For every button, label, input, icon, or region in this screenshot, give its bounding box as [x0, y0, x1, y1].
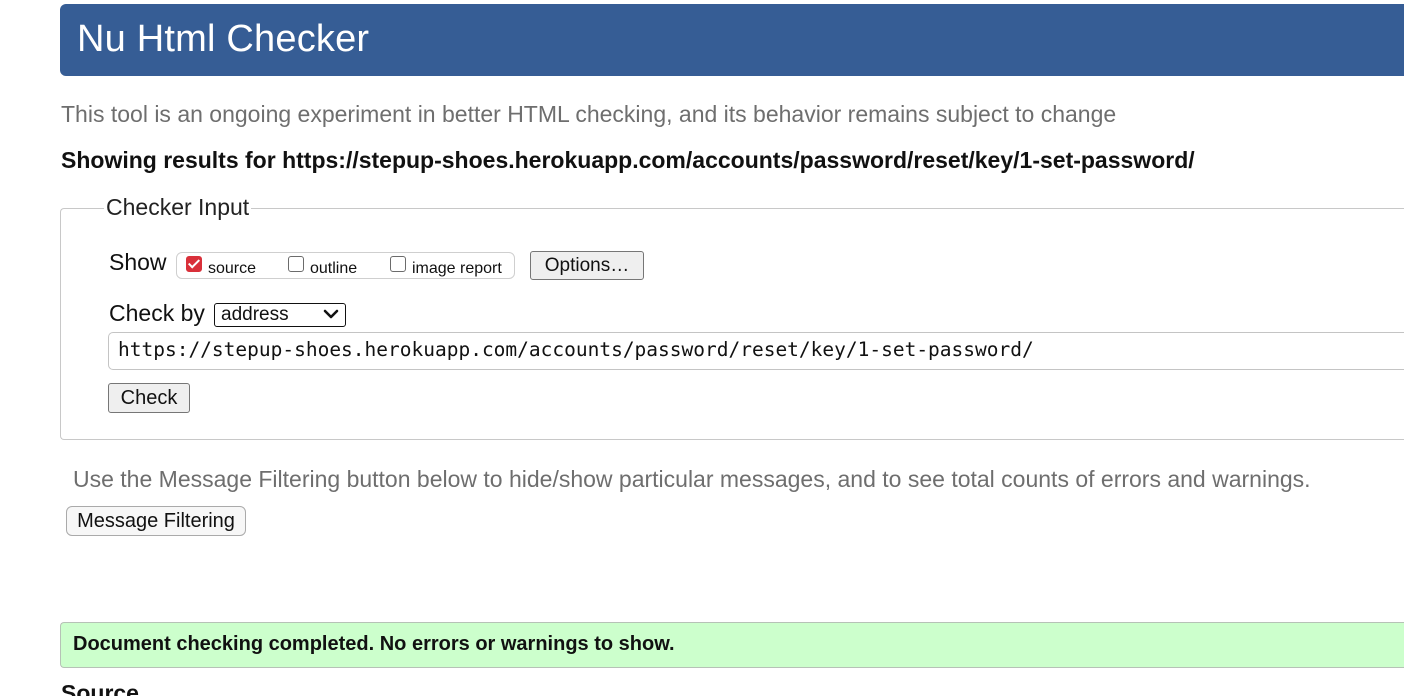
check-by-select[interactable]: address [214, 303, 346, 327]
show-label: Show [109, 249, 167, 275]
show-source-label: source [208, 259, 257, 277]
page-header: Nu Html Checker [60, 4, 1404, 76]
show-image-report-checkbox[interactable] [390, 255, 406, 272]
page-title: Nu Html Checker [77, 18, 370, 60]
show-source-checkbox[interactable] [186, 255, 202, 272]
options-button[interactable]: Options… [530, 251, 644, 280]
show-options-group: source outline image report [176, 252, 515, 279]
page: Nu Html Checker This tool is an ongoing … [0, 0, 1404, 696]
show-outline-checkbox[interactable] [288, 255, 304, 272]
results-heading: Showing results for https://stepup-shoes… [61, 147, 1195, 173]
show-image-report-label: image report [412, 259, 502, 277]
source-heading: Source [61, 680, 139, 696]
check-button[interactable]: Check [108, 383, 190, 413]
filter-note: Use the Message Filtering button below t… [73, 466, 1311, 492]
success-message: Document checking completed. No errors o… [60, 622, 1404, 668]
intro-text: This tool is an ongoing experiment in be… [61, 101, 1117, 127]
show-source-option[interactable]: source [186, 253, 256, 280]
check-by-label: Check by [109, 300, 205, 326]
address-input[interactable]: https://stepup-shoes.herokuapp.com/accou… [108, 332, 1404, 370]
checker-input-legend: Checker Input [104, 194, 252, 221]
check-by-selected-value: address [221, 304, 289, 325]
message-filtering-button[interactable]: Message Filtering [66, 506, 246, 536]
chevron-down-icon [323, 309, 339, 319]
show-outline-label: outline [310, 259, 358, 277]
show-outline-option[interactable]: outline [288, 253, 357, 280]
show-image-report-option[interactable]: image report [390, 253, 502, 280]
